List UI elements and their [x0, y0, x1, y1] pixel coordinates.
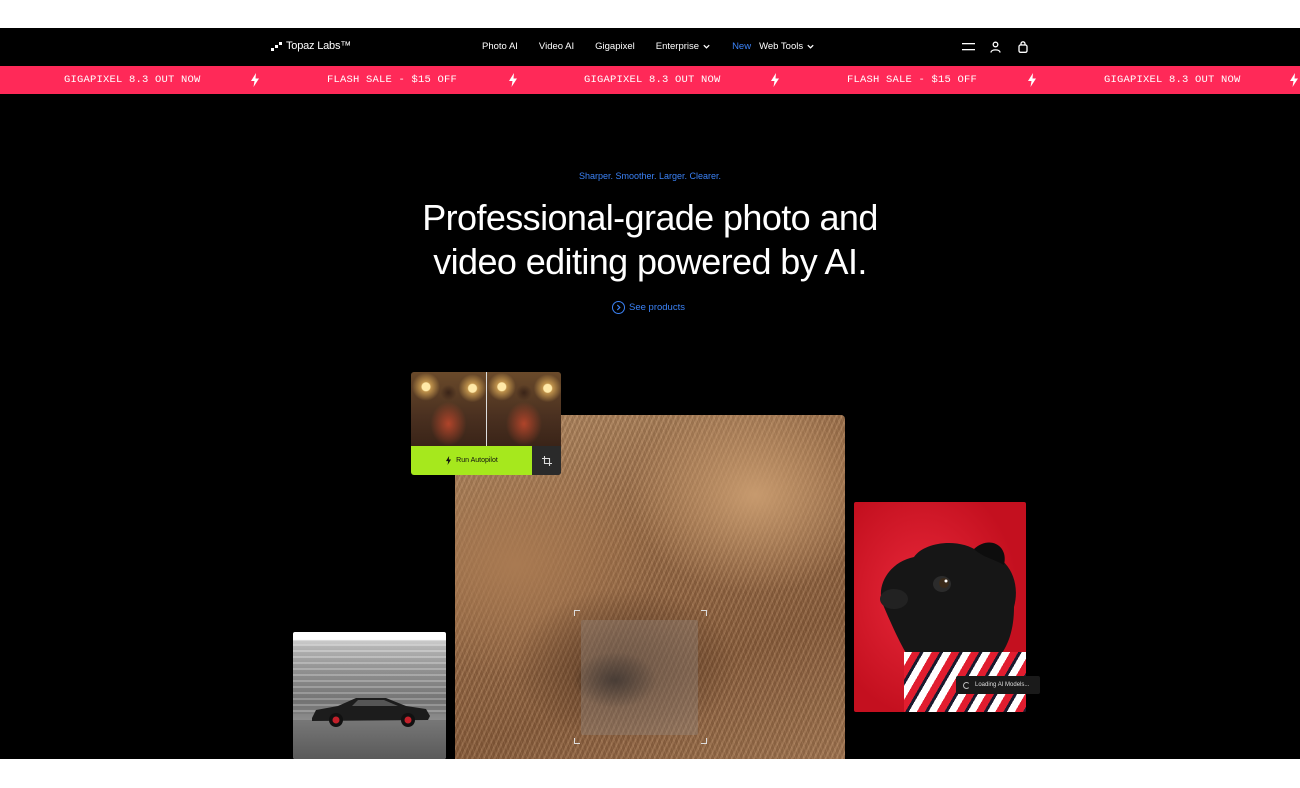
- nav-web-tools[interactable]: New Web Tools: [732, 41, 815, 52]
- menu-icon[interactable]: [962, 40, 975, 53]
- chevron-down-icon: [807, 44, 814, 49]
- crop-button[interactable]: [532, 446, 561, 475]
- focus-corner: [701, 738, 707, 744]
- loading-label: Loading AI Models...: [975, 682, 1030, 688]
- promo-item: GIGAPIXEL 8.3 OUT NOW: [1104, 74, 1241, 86]
- nav-icons: [962, 40, 1029, 53]
- logo-text: Topaz Labs™: [286, 40, 352, 52]
- promo-ticker[interactable]: GIGAPIXEL 8.3 OUT NOW FLASH SALE - $15 O…: [0, 66, 1300, 94]
- nav-gigapixel-label: Gigapixel: [595, 41, 635, 52]
- logo-icon: [271, 41, 282, 51]
- nav-gigapixel[interactable]: Gigapixel: [595, 41, 635, 52]
- video-compare-card: Run Autopilot: [411, 372, 561, 475]
- headline-line-1: Professional-grade photo and: [422, 197, 878, 238]
- nav-links: Photo AI Video AI Gigapixel Enterprise N…: [482, 41, 836, 52]
- focus-corner: [574, 738, 580, 744]
- focus-corner: [574, 610, 580, 616]
- lightning-bolt-icon: [1028, 73, 1036, 87]
- video-frame-after: [485, 372, 561, 446]
- lightning-bolt-icon: [251, 73, 259, 87]
- lightning-bolt-icon: [509, 73, 517, 87]
- promo-item: FLASH SALE - $15 OFF: [327, 74, 458, 86]
- headline-line-2: video editing powered by AI.: [433, 241, 867, 282]
- chevron-down-icon: [703, 44, 710, 49]
- see-products-link[interactable]: See products: [612, 301, 685, 314]
- nav-enterprise-label: Enterprise: [655, 41, 700, 52]
- lightning-bolt-icon: [446, 456, 452, 465]
- spinner-icon: [963, 681, 970, 689]
- sports-car-image: [293, 632, 446, 759]
- top-nav: Topaz Labs™ Photo AI Video AI Gigapixel …: [0, 28, 1300, 66]
- top-blank-strip: [0, 0, 1300, 28]
- nav-video-ai[interactable]: Video AI: [539, 41, 574, 52]
- video-frame-before: [411, 372, 486, 446]
- page: Topaz Labs™ Photo AI Video AI Gigapixel …: [0, 28, 1300, 759]
- nav-photo-ai[interactable]: Photo AI: [482, 41, 518, 52]
- loading-indicator: Loading AI Models...: [956, 676, 1040, 694]
- video-frames: [411, 372, 561, 446]
- car-silhouette: [312, 698, 430, 727]
- lightning-bolt-icon: [1290, 73, 1298, 87]
- new-badge: New: [732, 41, 752, 52]
- run-autopilot-label: Run Autopilot: [456, 457, 498, 464]
- promo-item: FLASH SALE - $15 OFF: [847, 74, 978, 86]
- nav-enterprise[interactable]: Enterprise: [656, 41, 711, 52]
- hero-tagline: Sharper. Smoother. Larger. Clearer.: [578, 171, 722, 181]
- promo-item: GIGAPIXEL 8.3 OUT NOW: [584, 74, 721, 86]
- bottom-blank-strip: [0, 759, 1300, 788]
- lightning-bolt-icon: [771, 73, 779, 87]
- cart-icon[interactable]: [1016, 40, 1029, 53]
- crop-icon: [541, 455, 552, 466]
- nav-video-ai-label: Video AI: [538, 41, 575, 52]
- promo-item: GIGAPIXEL 8.3 OUT NOW: [64, 74, 201, 86]
- chevron-right-circle-icon: [612, 301, 625, 314]
- hero-headline: Professional-grade photo and video editi…: [0, 196, 1300, 284]
- account-icon[interactable]: [989, 40, 1002, 53]
- focus-corner: [701, 610, 707, 616]
- nav-web-tools-label: Web Tools: [759, 41, 804, 52]
- run-autopilot-button[interactable]: Run Autopilot: [411, 446, 532, 475]
- see-products-label: See products: [629, 302, 685, 313]
- logo[interactable]: Topaz Labs™: [271, 40, 351, 52]
- magnifier-lens: [581, 620, 698, 735]
- nav-photo-ai-label: Photo AI: [482, 41, 518, 52]
